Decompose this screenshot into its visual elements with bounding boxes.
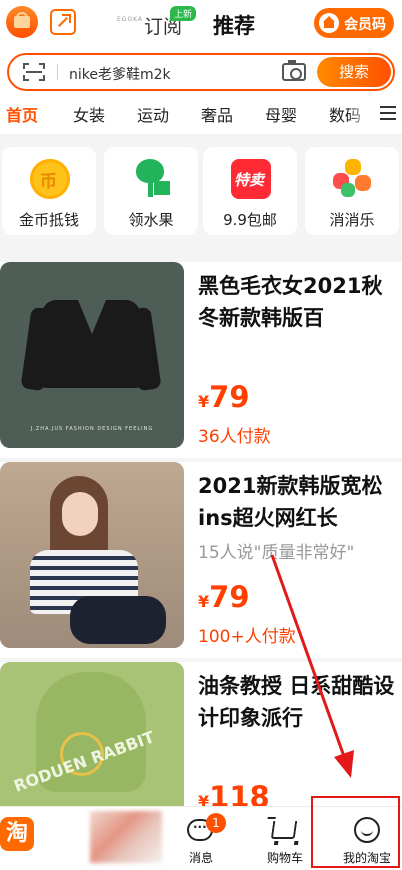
product-title: 黑色毛衣女2021秋冬新款韩版百 [198, 274, 383, 330]
search-divider [57, 64, 58, 80]
product-card[interactable]: J.ZHA.JUS FASHION DESIGN FEELING 黑色毛衣女20… [0, 262, 402, 458]
category-tabs: 首页 女装 运动 奢品 母婴 数码 [0, 94, 402, 134]
search-query[interactable]: nike老爹鞋m2k [69, 64, 171, 84]
search-bar: nike老爹鞋m2k 搜索 [0, 50, 402, 94]
tab-recommend[interactable]: 推荐 [213, 10, 255, 40]
quick-entries: 金币抵钱 领水果 9.9包邮 消消乐 [0, 140, 402, 240]
new-badge: 上新 [170, 6, 197, 21]
image-brand-text: J.ZHA.JUS FASHION DESIGN FEELING [30, 426, 154, 432]
quick-fruit[interactable]: 领水果 [104, 147, 198, 235]
home-tab-icon[interactable]: 淘 [0, 817, 34, 851]
product-image[interactable] [0, 462, 184, 648]
tab-cart-label: 购物车 [266, 851, 303, 865]
taobao-home-icon[interactable] [6, 6, 38, 38]
fruit-tree-icon [132, 159, 172, 199]
bag-body [14, 16, 30, 28]
product-card[interactable]: 2021新款韩版宽松ins超火网红长 15人说"质量非常好" ¥79 100+人… [0, 462, 402, 658]
product-image[interactable]: J.ZHA.JUS FASHION DESIGN FEELING [0, 262, 184, 448]
store-icon [319, 13, 339, 33]
quick-coin[interactable]: 金币抵钱 [2, 147, 96, 235]
candy-game-icon [333, 159, 373, 199]
flash-sale-icon [231, 159, 271, 199]
message-count-badge: 1 [206, 813, 226, 833]
tab-luxury[interactable]: 奢品 [201, 102, 233, 126]
tab-baby[interactable]: 母婴 [265, 102, 297, 126]
product-title: 2021新款韩版宽松ins超火网红长 [198, 474, 383, 530]
tiny-logo-text: EGGKA [117, 16, 144, 23]
tab-messages[interactable]: 1 消息 [166, 813, 236, 867]
quick-candy-label: 消消乐 [329, 211, 375, 229]
quick-flash-sale-label: 9.9包邮 [223, 211, 277, 229]
product-price: ¥79 [198, 380, 250, 414]
product-title: 油条教授 日系甜酷设计印象派行 [198, 674, 395, 730]
quick-flash-sale[interactable]: 9.9包邮 [203, 147, 297, 235]
member-code-button[interactable]: 会员码 [314, 8, 394, 38]
product-price: ¥79 [198, 580, 250, 614]
product-sales: 36人付款 [198, 427, 271, 447]
product-review-snippet: 15人说"质量非常好" [198, 543, 355, 563]
expand-icon[interactable] [50, 9, 76, 35]
coin-icon [30, 159, 70, 199]
tab-fade [348, 94, 372, 134]
tab-cart[interactable]: 购物车 [250, 815, 320, 867]
tab-home[interactable]: 首页 [6, 102, 38, 126]
search-input[interactable]: nike老爹鞋m2k 搜索 [7, 53, 395, 91]
blurred-region [90, 811, 162, 863]
tab-messages-label: 消息 [188, 851, 213, 865]
tab-women[interactable]: 女装 [73, 102, 105, 126]
quick-fruit-label: 领水果 [128, 211, 174, 229]
tab-sports[interactable]: 运动 [137, 102, 169, 126]
scan-icon[interactable] [23, 63, 45, 81]
product-sales: 100+人付款 [198, 627, 296, 647]
camera-icon[interactable] [282, 60, 306, 81]
top-header: EGGKA 订阅 上新 推荐 会员码 [0, 0, 402, 50]
cart-icon [270, 821, 298, 839]
quick-candy[interactable]: 消消乐 [305, 147, 399, 235]
menu-icon[interactable] [380, 106, 396, 120]
search-button[interactable]: 搜索 [317, 57, 391, 87]
member-code-label: 会员码 [344, 17, 386, 33]
annotation-highlight-box [311, 796, 400, 868]
quick-coin-label: 金币抵钱 [18, 211, 79, 229]
